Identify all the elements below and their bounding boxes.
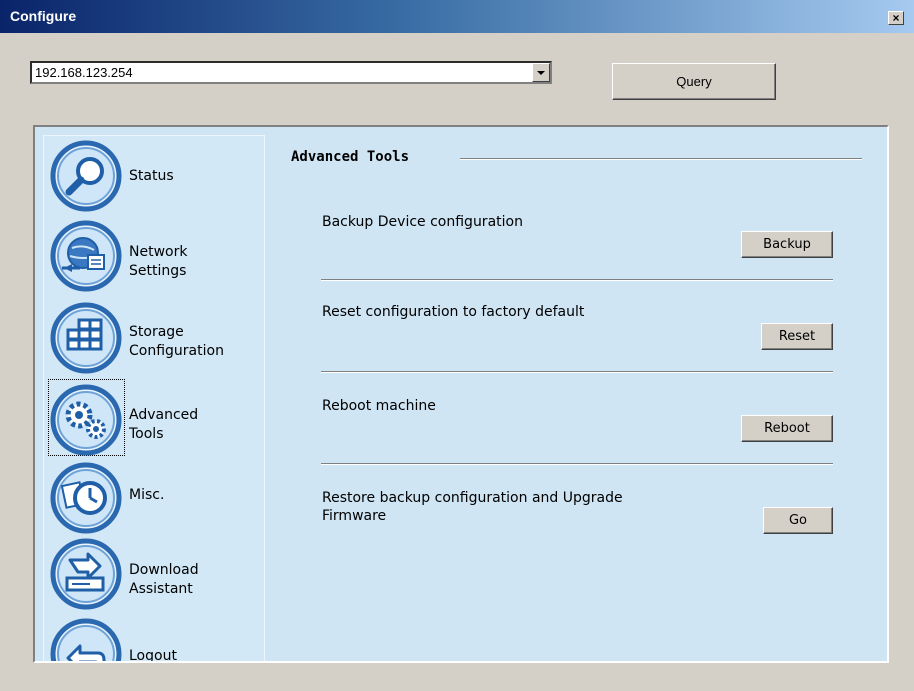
sidebar-item-label: Logout <box>129 648 177 663</box>
query-button[interactable]: Query <box>612 63 776 100</box>
sidebar-item-network-settings[interactable]: Network Settings <box>48 216 258 294</box>
sidebar-item-status[interactable]: Status <box>48 136 258 214</box>
divider <box>321 279 833 281</box>
sidebar-item-advanced-tools[interactable]: Advanced Tools <box>48 379 258 458</box>
restore-label-line2: Firmware <box>322 508 387 524</box>
sidebar-item-label: Network <box>129 244 188 260</box>
gears-icon <box>50 384 122 456</box>
chevron-down-icon <box>537 70 545 75</box>
sidebar-item-logout[interactable]: Logout <box>48 614 258 663</box>
sidebar-item-label: Status <box>129 168 174 184</box>
device-address-combobox[interactable]: 192.168.123.254 <box>30 61 552 84</box>
reboot-label: Reboot machine <box>322 398 436 414</box>
backup-button[interactable]: Backup <box>741 231 833 258</box>
sidebar-item-storage-configuration[interactable]: Storage Configuration <box>48 298 258 376</box>
sidebar-item-label: Misc. <box>129 487 165 503</box>
reset-button[interactable]: Reset <box>761 323 833 350</box>
go-button[interactable]: Go <box>763 507 833 534</box>
reset-label: Reset configuration to factory default <box>322 304 585 320</box>
clock-icon <box>50 462 122 534</box>
backup-label: Backup Device configuration <box>322 214 523 230</box>
reboot-button[interactable]: Reboot <box>741 415 833 442</box>
magnifier-icon <box>50 140 122 212</box>
network-globe-icon <box>50 220 122 292</box>
section-title: Advanced Tools <box>291 149 410 165</box>
sidebar-item-label-line2: Configuration <box>129 343 224 359</box>
section-title-rule <box>460 158 862 160</box>
close-button[interactable]: × <box>888 11 904 25</box>
sidebar-item-label-line2: Assistant <box>129 581 193 597</box>
window-title: Configure <box>10 8 77 24</box>
device-address-value: 192.168.123.254 <box>35 65 133 80</box>
sidebar-item-label: Download <box>129 562 199 578</box>
back-arrow-icon <box>50 618 122 661</box>
sidebar: Status Network Settings Storage Configur… <box>43 135 265 663</box>
divider <box>321 371 833 373</box>
sidebar-item-label-line2: Tools <box>129 426 164 442</box>
sidebar-item-label: Storage <box>129 324 184 340</box>
sidebar-item-label: Advanced <box>129 407 199 423</box>
storage-grid-icon <box>50 302 122 374</box>
download-tray-icon <box>50 538 122 610</box>
combo-dropdown-button[interactable] <box>532 63 550 82</box>
main-panel: Status Network Settings Storage Configur… <box>33 125 889 663</box>
sidebar-item-misc[interactable]: Misc. <box>48 458 258 536</box>
title-bar: Configure × <box>0 0 914 33</box>
restore-label: Restore backup configuration and Upgrade <box>322 490 623 506</box>
divider <box>321 463 833 465</box>
sidebar-item-download-assistant[interactable]: Download Assistant <box>48 534 258 612</box>
sidebar-item-label-line2: Settings <box>129 263 187 279</box>
